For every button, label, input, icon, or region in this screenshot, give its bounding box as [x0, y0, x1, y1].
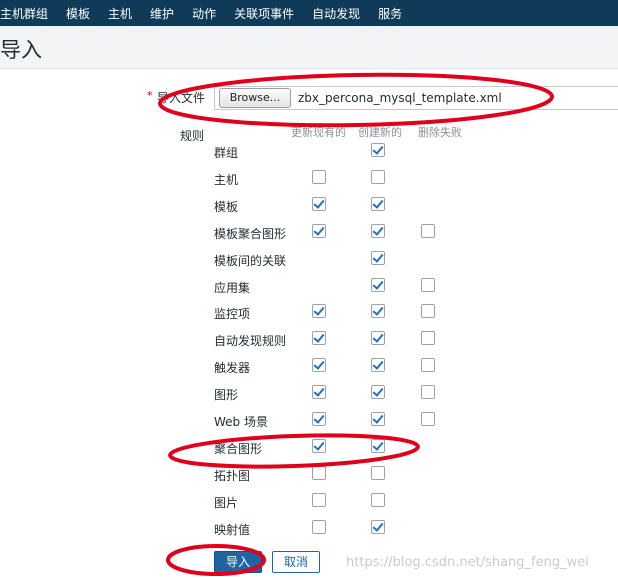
cancel-button[interactable]: 取消	[272, 551, 320, 573]
rule-delete-checkbox[interactable]	[421, 331, 435, 346]
rule-name: Web 场景	[214, 415, 268, 429]
rules-label: 规则	[180, 129, 205, 143]
required-mark: *	[147, 89, 153, 102]
rule-update-checkbox[interactable]	[312, 412, 326, 426]
nav-item-0[interactable]: 主机群组	[0, 5, 57, 22]
selected-file-name: zbx_percona_mysql_template.xml	[298, 91, 502, 105]
rule-create-checkbox[interactable]	[371, 358, 385, 373]
rule-name: 监控项	[214, 307, 251, 322]
browse-button[interactable]: Browse...	[219, 88, 291, 108]
rule-name: 图片	[214, 495, 239, 510]
rule-update-checkbox[interactable]	[312, 465, 326, 480]
rule-name: 模板聚合图形	[214, 226, 287, 241]
rule-create-checkbox[interactable]	[371, 196, 385, 211]
nav-item-2[interactable]: 主机	[99, 5, 141, 22]
rule-row: 触发器	[214, 356, 474, 376]
rule-row: 模板间的关联	[214, 249, 474, 269]
rule-row: 聚合图形	[214, 437, 474, 457]
top-navigation: 主机群组 模板 主机 维护 动作 关联项事件 自动发现 服务	[0, 0, 618, 26]
rule-row: 主机	[214, 168, 474, 188]
rule-update-checkbox[interactable]	[312, 492, 326, 507]
rule-delete-checkbox[interactable]	[421, 385, 435, 400]
rule-name: 拓扑图	[214, 468, 251, 483]
nav-item-4[interactable]: 动作	[183, 5, 225, 22]
rule-row: 监控项	[214, 302, 474, 322]
import-button[interactable]: 导入	[214, 551, 262, 573]
rule-row: 群组	[214, 141, 474, 161]
rule-create-checkbox[interactable]	[371, 277, 385, 292]
rule-create-checkbox[interactable]	[371, 438, 385, 453]
column-header-update-existing: 更新现有的	[291, 126, 346, 139]
rule-name: 群组	[214, 146, 239, 160]
rule-delete-checkbox[interactable]	[421, 358, 435, 373]
rule-row: Web 场景	[214, 410, 474, 430]
rule-delete-checkbox[interactable]	[421, 412, 435, 426]
column-header-delete-missing: 删除失败	[418, 126, 462, 139]
rule-create-checkbox[interactable]	[371, 331, 385, 346]
rule-update-checkbox[interactable]	[312, 169, 326, 184]
rule-create-checkbox[interactable]	[371, 304, 385, 319]
rule-name: 主机	[214, 172, 239, 187]
rule-update-checkbox[interactable]	[312, 438, 326, 453]
rule-create-checkbox[interactable]	[371, 223, 385, 238]
rule-create-checkbox[interactable]	[371, 412, 385, 426]
rule-update-checkbox[interactable]	[312, 331, 326, 346]
rule-delete-checkbox[interactable]	[421, 304, 435, 319]
rule-name: 模板	[214, 199, 239, 214]
rule-name: 模板间的关联	[214, 253, 287, 268]
rule-delete-checkbox[interactable]	[421, 277, 435, 292]
rule-create-checkbox[interactable]	[371, 169, 385, 184]
rule-row: 自动发现规则	[214, 329, 474, 349]
rule-update-checkbox[interactable]	[312, 196, 326, 211]
rule-create-checkbox[interactable]	[371, 465, 385, 480]
rule-delete-checkbox[interactable]	[421, 223, 435, 238]
rule-update-checkbox[interactable]	[312, 304, 326, 319]
rule-update-checkbox[interactable]	[312, 519, 326, 534]
page-title: 导入	[0, 38, 42, 62]
nav-item-6[interactable]: 自动发现	[303, 5, 369, 22]
title-bar: 导入	[0, 26, 618, 69]
rule-row: 模板聚合图形	[214, 222, 474, 242]
rule-name: 自动发现规则	[214, 334, 287, 349]
column-header-create-new: 创建新的	[358, 126, 402, 139]
rule-name: 聚合图形	[214, 441, 263, 456]
rule-create-checkbox[interactable]	[371, 492, 385, 507]
rule-name: 映射值	[214, 522, 251, 537]
rule-update-checkbox[interactable]	[312, 385, 326, 400]
nav-item-7[interactable]: 服务	[369, 5, 411, 22]
watermark: https://blog.csdn.net/shang_feng_wei	[346, 555, 589, 570]
file-input[interactable]: Browse... zbx_percona_mysql_template.xml	[214, 86, 618, 110]
rule-create-checkbox[interactable]	[371, 385, 385, 400]
rule-create-checkbox[interactable]	[371, 519, 385, 534]
nav-item-5[interactable]: 关联项事件	[225, 5, 303, 22]
rule-update-checkbox[interactable]	[312, 358, 326, 373]
rule-create-checkbox[interactable]	[371, 250, 385, 265]
rule-row: 拓扑图	[214, 464, 474, 484]
rule-row: 应用集	[214, 276, 474, 296]
rule-name: 触发器	[214, 361, 251, 376]
nav-item-1[interactable]: 模板	[57, 5, 99, 22]
rule-row: 模板	[214, 195, 474, 215]
rule-name: 图形	[214, 388, 239, 403]
nav-item-3[interactable]: 维护	[141, 5, 183, 22]
rule-create-checkbox[interactable]	[371, 143, 385, 157]
rule-update-checkbox[interactable]	[312, 223, 326, 238]
rule-row: 映射值	[214, 518, 474, 538]
rule-row: 图形	[214, 383, 474, 403]
import-file-label: 导入文件	[157, 91, 206, 105]
rule-name: 应用集	[214, 280, 251, 295]
rule-row: 图片	[214, 491, 474, 511]
